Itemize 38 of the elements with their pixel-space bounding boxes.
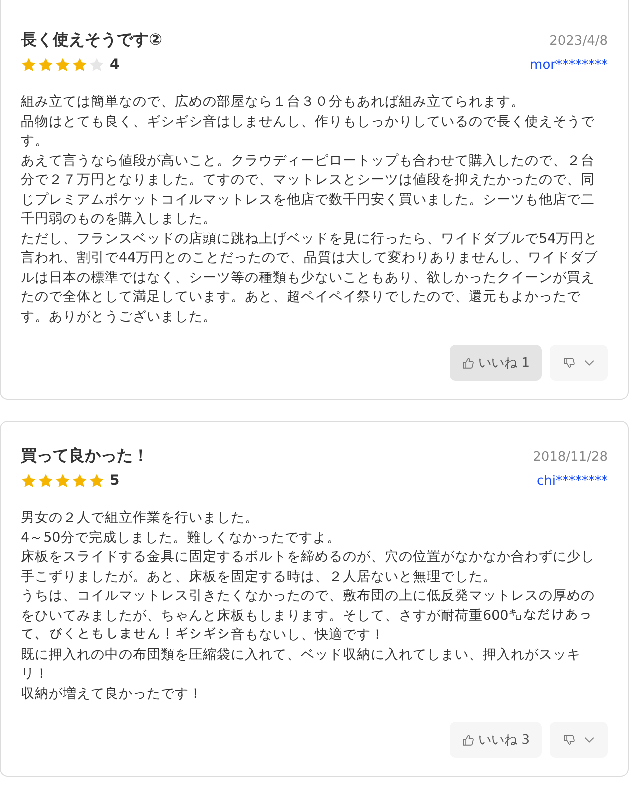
star-icon — [21, 57, 37, 73]
review-text: 収納が増えて良かったです！ — [21, 684, 204, 704]
star-icon — [89, 473, 105, 489]
review-text: 男女の２人で組立作業を行いました。 — [21, 509, 260, 528]
star-icon — [21, 473, 37, 489]
star-icon — [72, 57, 88, 73]
thumbs-down-icon — [563, 734, 576, 746]
dislike-button[interactable] — [550, 345, 608, 381]
review-text: うちは、コイルマットレス引きたくなかったので、敷布団の上に低反発マットレスの厚めのをひいてみましたが、ちゃんと床板もしまります。そして、さすが耐荷重600㌔なだけあって、びくともしません！ギシギシ音もないし、快適です！ — [21, 587, 596, 645]
review-text: ただし、フランスベッドの店頭に跳ね上げベッドを見に行ったら、ワイドダブルで54万円と言われ、割引で44万円とのことだったので、品質は大して変わりありませんし、ワイドダブルは日本の標準ではなく、シーツ等の種類も少ないこともあり、欲しかったクイーンが買えたので全体として満足しています。あと、超ペイペイ祭りでしたので、還元もよかったです。ありがとうございました。 — [21, 230, 600, 326]
review-text: 組み立ては簡単なので、広めの部屋なら１台３０分もあれば組み立てられます。 — [21, 93, 526, 112]
star-icon — [38, 57, 54, 73]
star-icon — [55, 57, 71, 73]
reviewer-link[interactable]: mor******** — [530, 58, 608, 72]
thumbs-up-icon — [462, 356, 475, 370]
rating-value: 5 — [110, 473, 120, 489]
review-date: 2018/11/28 — [533, 450, 608, 465]
review-text: 既に押入れの中の布団類を圧縮袋に入れて、ベッド収納に入れてしまい、押入れがスッキリ！ — [21, 646, 582, 684]
reviewer-link[interactable]: chi******** — [537, 474, 608, 488]
thumbs-down-icon — [563, 356, 576, 370]
star-icon — [72, 473, 88, 489]
review-text: あえて言うなら値段が高いこと。クラウディーピロートップも合わせて購入したので、２台分で２７万円となりました。てすので、マットレスとシーツは値段を抑えたかったので、同じプレミアムポケットコイルマットレスを他店で数千円安く買いました。シーツも他店で二千円弱のものを購入しました。 — [21, 152, 596, 229]
review-title: 長く使えそうです② — [21, 30, 163, 51]
review-text: 床板をスライドする金具に固定するボルトを締めるのが、穴の位置がなかなか合わずに少し手こずりましたが。あと、床板を固定する時は、２人居ないと無理でした。 — [21, 548, 596, 586]
star-icon — [55, 473, 71, 489]
review-text: 品物はとても良く、ギシギシ音はしませんし、作りもしっかりしているので長く使えそうです。 — [21, 112, 596, 151]
dislike-button[interactable] — [550, 722, 608, 758]
chevron-down-icon — [584, 360, 595, 366]
like-button[interactable]: いいね 3 — [450, 722, 542, 758]
star-icon — [89, 57, 105, 73]
star-icon — [38, 473, 54, 489]
review-text: 4～50分で完成しました。難しくなかったですよ。 — [21, 528, 342, 548]
chevron-down-icon — [584, 736, 595, 744]
thumbs-up-icon — [462, 734, 475, 746]
rating-value: 4 — [110, 57, 120, 73]
like-button[interactable]: いいね 1 — [450, 345, 542, 381]
review-date: 2023/4/8 — [550, 34, 608, 49]
review-title: 買って良かった！ — [21, 446, 149, 467]
